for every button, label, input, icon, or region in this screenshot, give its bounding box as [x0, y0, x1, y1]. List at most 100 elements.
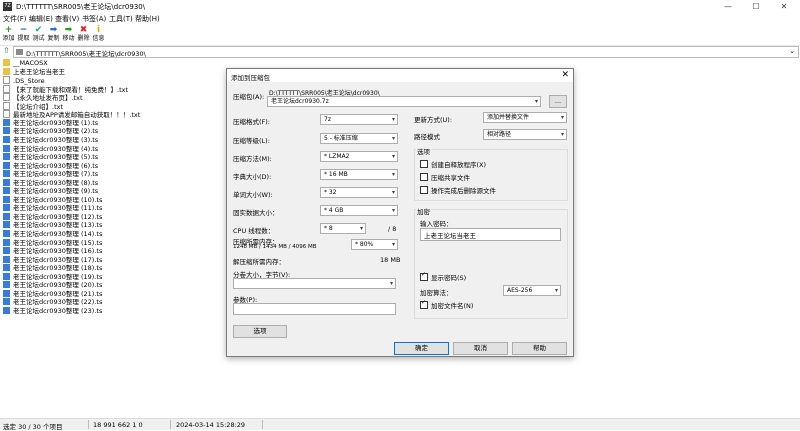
- chevron-down-icon[interactable]: ⌄: [789, 47, 795, 55]
- menu-edit[interactable]: 编辑(E): [29, 14, 53, 24]
- toolbar-label: 测试: [32, 35, 45, 42]
- show-password-checkbox[interactable]: 显示密码(S): [420, 271, 466, 282]
- mem-select[interactable]: * 80% ▾: [351, 239, 398, 250]
- menu-view[interactable]: 查看(V): [55, 14, 79, 24]
- toolbar-label: 删除: [77, 35, 90, 42]
- file-name: 老王论坛dcr0930整理 (3).ts: [13, 135, 99, 144]
- menu-tools[interactable]: 工具(T): [109, 14, 133, 24]
- help-button[interactable]: 帮助: [512, 342, 567, 355]
- option-checkbox-1[interactable]: 压缩共享文件: [420, 173, 470, 182]
- enc-method-select[interactable]: AES-256 ▾: [503, 285, 561, 296]
- password-label: 输入密码：: [420, 220, 453, 228]
- file-name: 上老王论坛当老王: [13, 67, 65, 76]
- solid-select[interactable]: * 4 GB ▾: [320, 205, 398, 216]
- file-name: 老王论坛dcr0930整理 (1).ts: [13, 118, 99, 127]
- level-label: 压缩等级(L):: [233, 137, 270, 145]
- word-label: 单词大小(W):: [233, 191, 273, 199]
- app-icon: 7Z: [3, 2, 12, 11]
- status-bar: 选定 30 / 30 个项目 18 991 662 1 0 2024-03-14…: [0, 418, 800, 431]
- title-bar: 7Z D:\TTTTTT\SRR005\老王论坛\dcr0930\ — ☐ ✕: [0, 0, 800, 13]
- cpu-label: CPU 线程数：: [233, 227, 275, 235]
- password-input[interactable]: 上老王论坛当老王: [420, 228, 561, 241]
- word-select[interactable]: * 32 ▾: [320, 187, 398, 198]
- toolbar-button-0[interactable]: + 添加: [1, 25, 16, 43]
- cancel-button[interactable]: 取消: [453, 342, 508, 355]
- encryption-group-title: 加密: [416, 206, 431, 216]
- check-icon: ✔: [34, 25, 43, 35]
- browse-button[interactable]: ...: [549, 95, 567, 108]
- file-name: 老王论坛dcr0930整理 (22).ts: [13, 298, 103, 307]
- encrypt-names-checkbox[interactable]: 加密文件名(N): [420, 299, 473, 310]
- params-input[interactable]: [233, 303, 396, 315]
- menu-help[interactable]: 帮助(H): [135, 14, 160, 24]
- dict-select[interactable]: * 16 MB ▾: [320, 169, 398, 180]
- path-select[interactable]: 相对路径 ▾: [483, 129, 567, 140]
- toolbar-button-2[interactable]: ✔ 测试: [31, 25, 46, 43]
- address-bar[interactable]: D:\TTTTTT\SRR005\老王论坛\dcr0930\ ⌄: [13, 46, 799, 58]
- move-arrow-icon: ➡: [64, 25, 73, 35]
- option-checkbox-2[interactable]: 操作完成后删除源文件: [420, 186, 496, 195]
- toolbar-button-4[interactable]: ➡ 移动: [61, 25, 76, 43]
- format-label: 压缩格式(F):: [233, 118, 271, 126]
- path-value: 相对路径: [487, 131, 512, 138]
- decomp-value: 18 MB: [380, 256, 401, 264]
- toolbar-button-5[interactable]: ✖ 删除: [76, 25, 91, 43]
- up-folder-icon[interactable]: ⇧: [3, 46, 10, 55]
- file-name: __MACOSX: [13, 59, 48, 67]
- toolbar-button-1[interactable]: − 提取: [16, 25, 31, 43]
- video-file-icon: [3, 255, 10, 263]
- dict-value: * 16 MB: [324, 171, 348, 178]
- format-select[interactable]: 7z ▾: [320, 114, 398, 125]
- path-label: 路径模式: [414, 133, 440, 141]
- video-file-icon: [3, 298, 10, 306]
- video-file-icon: [3, 135, 10, 143]
- option-checkbox-0[interactable]: 创建自释放程序(X): [420, 160, 486, 169]
- options-button[interactable]: 选项: [233, 325, 287, 338]
- file-icon: [3, 76, 10, 85]
- toolbar-button-3[interactable]: ➡ 复制: [46, 25, 61, 43]
- drive-icon: [16, 49, 23, 55]
- archive-name-combo[interactable]: 老王论坛dcr0930.7z ▾: [267, 96, 541, 107]
- checkbox-icon: [420, 173, 428, 181]
- minimize-icon[interactable]: —: [718, 1, 738, 12]
- method-select[interactable]: * LZMA2 ▾: [320, 151, 398, 162]
- dialog-title: 添加到压缩包: [231, 74, 270, 82]
- menu-bookmarks[interactable]: 书签(A): [82, 14, 106, 24]
- password-value: 上老王论坛当老王: [424, 232, 476, 240]
- checkbox-checked-icon: [420, 271, 428, 281]
- status-size: 18 991 662 1 0: [93, 421, 143, 429]
- mem-detail: 1248 MB / 1434 MB / 4096 MB: [233, 244, 317, 250]
- video-file-icon: [3, 306, 10, 314]
- file-name: 老王论坛dcr0930整理 (11).ts: [13, 204, 103, 213]
- enc-method-label: 加密算法：: [420, 289, 453, 297]
- ok-button[interactable]: 确定: [394, 342, 449, 355]
- toolbar-label: 移动: [62, 35, 75, 42]
- level-select[interactable]: 5 - 标准压缩 ▾: [320, 133, 398, 144]
- option-label: 创建自释放程序(X): [431, 161, 487, 169]
- cpu-select[interactable]: * 8 ▾: [320, 223, 366, 234]
- update-select[interactable]: 添加并替换文件 ▾: [483, 112, 567, 123]
- file-name: 老王论坛dcr0930整理 (7).ts: [13, 170, 99, 179]
- solid-label: 固实数据大小：: [233, 209, 279, 217]
- file-name: 老王论坛dcr0930整理 (12).ts: [13, 212, 103, 221]
- option-label: 压缩共享文件: [431, 174, 470, 182]
- maximize-icon[interactable]: ☐: [746, 1, 766, 12]
- split-select[interactable]: ▾: [233, 278, 396, 289]
- toolbar-button-6[interactable]: i 信息: [91, 25, 106, 43]
- list-item[interactable]: 老王论坛dcr0930整理 (23).ts: [3, 306, 102, 316]
- folder-icon: [3, 67, 10, 75]
- menu-file[interactable]: 文件(F): [3, 14, 27, 24]
- file-name: 老王论坛dcr0930整理 (4).ts: [13, 144, 99, 153]
- dict-label: 字典大小(D):: [233, 173, 272, 181]
- file-icon: [3, 93, 10, 102]
- file-name: 老王论坛dcr0930整理 (18).ts: [13, 264, 103, 273]
- checkbox-icon: [420, 160, 428, 168]
- solid-value: * 4 GB: [324, 207, 344, 214]
- window-title: D:\TTTTTT\SRR005\老王论坛\dcr0930\: [16, 3, 146, 11]
- toolbar: + 添加 − 提取 ✔ 测试 ➡ 复制 ➡ 移动 ✖ 删除 i 信息: [0, 24, 800, 46]
- dialog-close-icon[interactable]: ✕: [561, 70, 569, 80]
- close-icon[interactable]: ✕: [774, 1, 794, 12]
- video-file-icon: [3, 204, 10, 212]
- minus-icon: −: [19, 25, 28, 35]
- address-text: D:\TTTTTT\SRR005\老王论坛\dcr0930\: [26, 50, 146, 58]
